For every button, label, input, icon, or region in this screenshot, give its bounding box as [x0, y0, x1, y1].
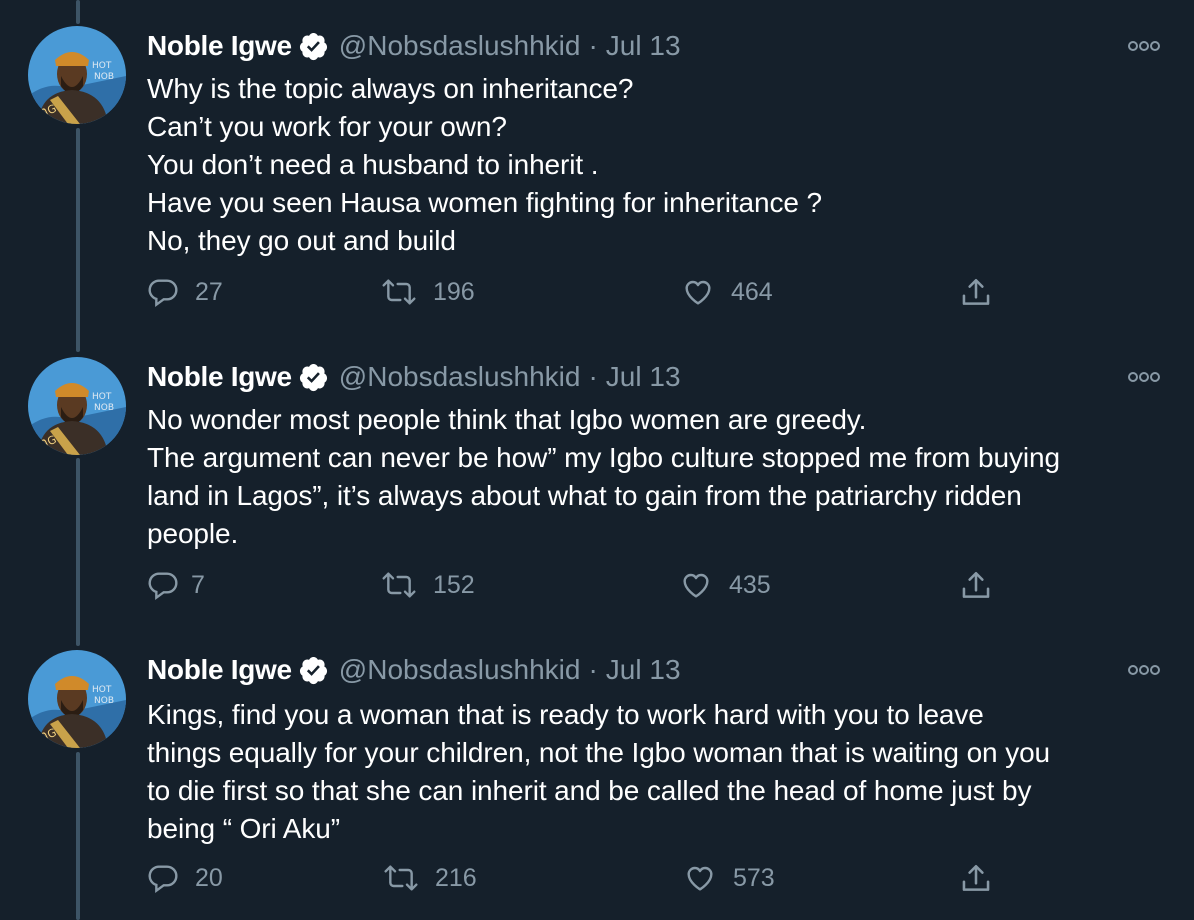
like-count: 573 — [733, 863, 775, 892]
tweet-header: Noble Igwe @Nobsdaslushhkid · Jul 13 — [147, 28, 681, 64]
tweet-text-line: to die first so that she can inherit and… — [147, 775, 1032, 806]
svg-text:NOB: NOB — [94, 696, 114, 706]
tweet-actions: 27 196 464 — [0, 276, 1194, 320]
tweet-text-line: Have you seen Hausa women fighting for i… — [147, 187, 822, 218]
reply-count: 7 — [191, 570, 205, 599]
retweet-count: 216 — [435, 863, 477, 892]
more-options-icon[interactable] — [1126, 36, 1162, 56]
tweet-header: Noble Igwe @Nobsdaslushhkid · Jul 13 — [147, 652, 681, 688]
like-button[interactable]: 464 — [681, 276, 773, 308]
avatar[interactable]: HOT NOB ŊG — [28, 650, 126, 748]
reply-icon — [147, 862, 179, 894]
avatar[interactable]: HOT NOB ŊG — [28, 26, 126, 124]
tweet-text-line: The argument can never be how” my Igbo c… — [147, 442, 1060, 473]
svg-text:HOT: HOT — [92, 392, 112, 402]
reply-icon — [147, 569, 179, 601]
reply-button[interactable]: 27 — [147, 276, 223, 308]
svg-text:HOT: HOT — [92, 61, 112, 71]
like-icon — [683, 862, 717, 894]
tweet-text-line: You don’t need a husband to inherit . — [147, 149, 599, 180]
thread-connector-line — [76, 0, 80, 24]
author-handle[interactable]: @Nobsdaslushhkid — [339, 30, 581, 62]
share-icon — [959, 569, 993, 603]
share-icon — [959, 862, 993, 896]
tweet-text-line: things equally for your children, not th… — [147, 737, 1051, 768]
separator-dot: · — [588, 361, 598, 392]
like-button[interactable]: 435 — [679, 569, 771, 601]
reply-button[interactable]: 7 — [147, 569, 205, 601]
reply-count: 27 — [195, 277, 223, 306]
thread-connector-line — [76, 458, 80, 646]
verified-badge-icon — [298, 31, 329, 62]
share-icon — [959, 276, 993, 310]
tweet-actions: 7 152 435 — [0, 569, 1194, 613]
author-name[interactable]: Noble Igwe — [147, 654, 292, 686]
tweet-text: Why is the topic always on inheritance? … — [147, 70, 1177, 260]
like-icon — [679, 569, 713, 601]
retweet-icon — [381, 569, 417, 601]
tweet-header: Noble Igwe @Nobsdaslushhkid · Jul 13 — [147, 359, 681, 395]
retweet-count: 152 — [433, 570, 475, 599]
tweet-text-line: people. — [147, 518, 239, 549]
tweet-date[interactable]: Jul 13 — [606, 30, 681, 62]
tweet-text-line: No, they go out and build — [147, 225, 456, 256]
retweet-button[interactable]: 216 — [383, 862, 477, 894]
tweet-text-line: being “ Ori Aku” — [147, 813, 340, 844]
share-button[interactable] — [959, 862, 993, 896]
share-button[interactable] — [959, 276, 993, 310]
author-handle[interactable]: @Nobsdaslushhkid — [339, 361, 581, 393]
avatar[interactable]: HOT NOB ŊG — [28, 357, 126, 455]
like-count: 435 — [729, 570, 771, 599]
author-name[interactable]: Noble Igwe — [147, 30, 292, 62]
author-name[interactable]: Noble Igwe — [147, 361, 292, 393]
reply-count: 20 — [195, 863, 223, 892]
tweet-text-line: Why is the topic always on inheritance? — [147, 73, 634, 104]
like-count: 464 — [731, 277, 773, 306]
tweet-text: Kings, find you a woman that is ready to… — [147, 696, 1177, 848]
tweet-text-line: land in Lagos”, it’s always about what t… — [147, 480, 1022, 511]
svg-text:HOT: HOT — [92, 685, 112, 695]
svg-text:NOB: NOB — [94, 403, 114, 413]
retweet-count: 196 — [433, 277, 475, 306]
tweet-date[interactable]: Jul 13 — [606, 654, 681, 686]
svg-text:NOB: NOB — [94, 72, 114, 82]
reply-icon — [147, 276, 179, 308]
retweet-button[interactable]: 152 — [381, 569, 475, 601]
verified-badge-icon — [298, 362, 329, 393]
tweet-text-line: Kings, find you a woman that is ready to… — [147, 699, 984, 730]
tweet-date[interactable]: Jul 13 — [606, 361, 681, 393]
separator-dot: · — [588, 654, 598, 685]
separator-dot: · — [588, 30, 598, 61]
author-handle[interactable]: @Nobsdaslushhkid — [339, 654, 581, 686]
tweet-text-line: No wonder most people think that Igbo wo… — [147, 404, 867, 435]
retweet-icon — [383, 862, 419, 894]
tweet-actions: 20 216 573 — [0, 862, 1194, 906]
verified-badge-icon — [298, 655, 329, 686]
reply-button[interactable]: 20 — [147, 862, 223, 894]
share-button[interactable] — [959, 569, 993, 603]
tweet-text-line: Can’t you work for your own? — [147, 111, 507, 142]
more-options-icon[interactable] — [1126, 367, 1162, 387]
more-options-icon[interactable] — [1126, 660, 1162, 680]
like-button[interactable]: 573 — [683, 862, 775, 894]
retweet-button[interactable]: 196 — [381, 276, 475, 308]
like-icon — [681, 276, 715, 308]
retweet-icon — [381, 276, 417, 308]
tweet-text: No wonder most people think that Igbo wo… — [147, 401, 1177, 553]
